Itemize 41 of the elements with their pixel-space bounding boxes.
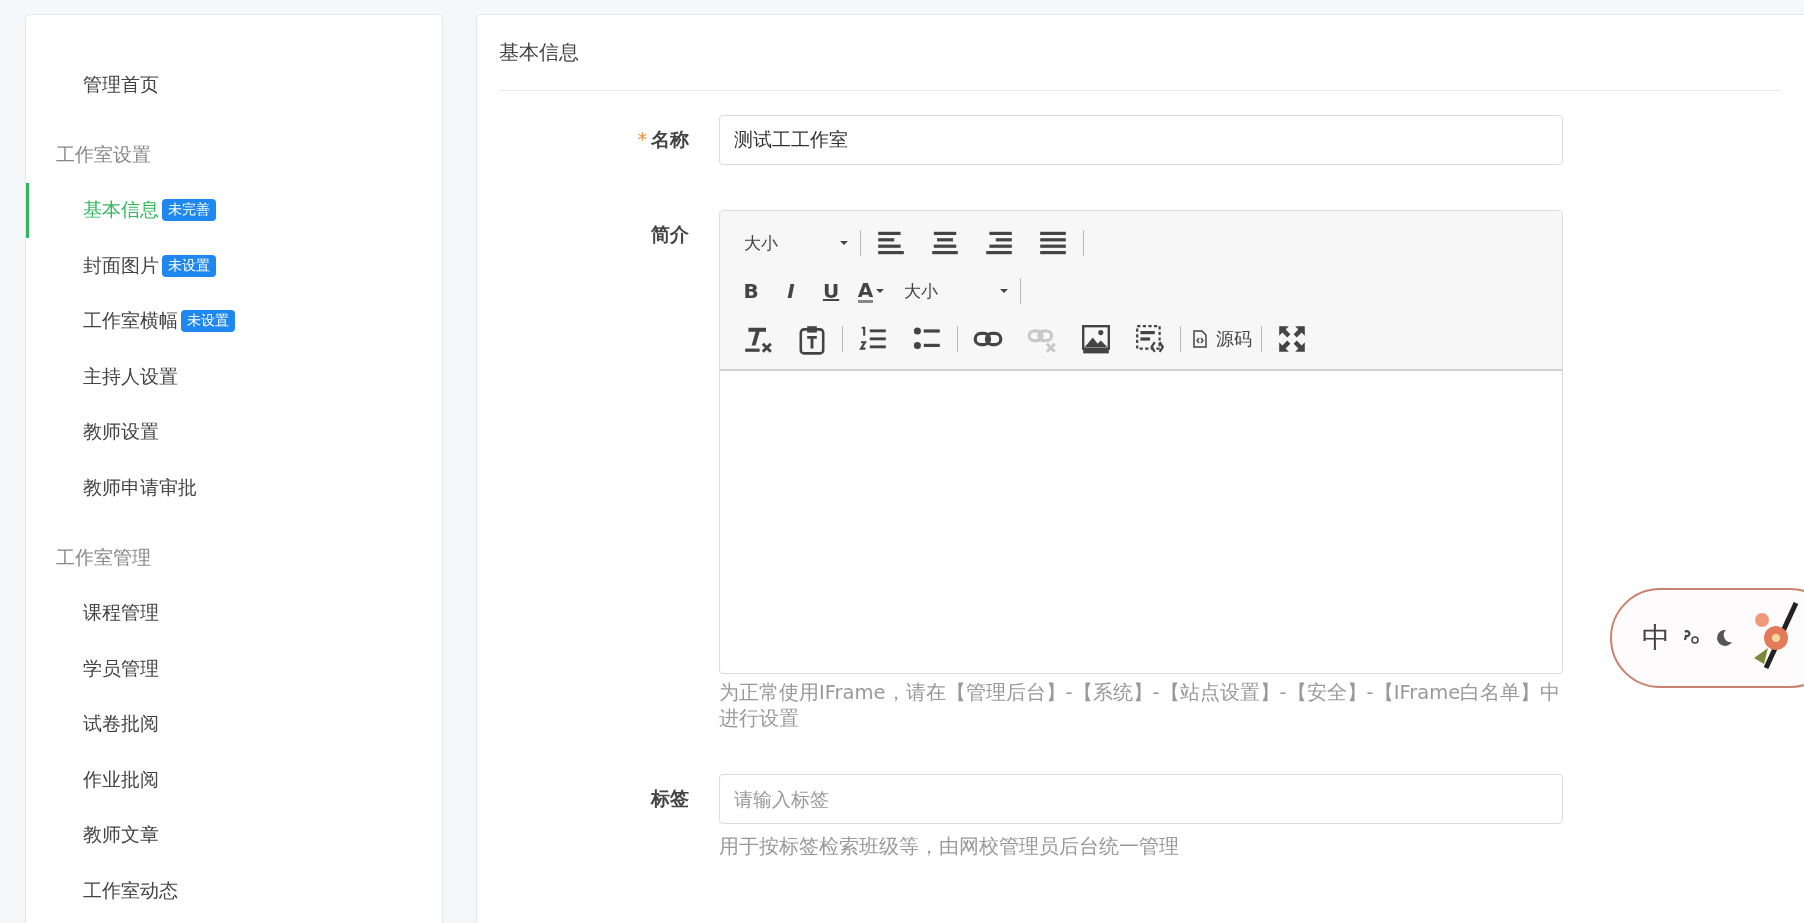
- font-size-dropdown[interactable]: 大小: [734, 227, 854, 259]
- sidebar-item[interactable]: 教师设置: [26, 404, 442, 460]
- sidebar-item[interactable]: 课程管理: [26, 585, 442, 641]
- bold-button[interactable]: B: [734, 275, 768, 307]
- sidebar-item[interactable]: 教师申请审批: [26, 460, 442, 516]
- caret-icon: [876, 287, 885, 295]
- sidebar-item[interactable]: 基本信息 未完善: [26, 182, 442, 238]
- field-label: * 名称: [636, 127, 689, 152]
- sidebar-item[interactable]: 教师文章: [26, 807, 442, 863]
- sidebar-group-title: 工作室设置: [55, 142, 152, 167]
- source-code-button[interactable]: 源码: [1187, 323, 1255, 355]
- sidebar-item[interactable]: 工作室动态: [26, 863, 442, 919]
- sidebar-item[interactable]: 作业批阅: [26, 752, 442, 808]
- sidebar-item[interactable]: 试卷批阅: [26, 696, 442, 752]
- caret-icon: [1000, 287, 1008, 295]
- font-size-dropdown[interactable]: 大小: [894, 275, 1014, 307]
- font-color-button[interactable]: A: [854, 275, 888, 307]
- help-text: 用于按标签检索班级等，由网校管理员后台统一管理: [719, 834, 1180, 860]
- sidebar-item[interactable]: 封面图片 未设置: [26, 238, 442, 294]
- sidebar-item[interactable]: 工作室横幅 未设置: [26, 293, 442, 349]
- status-badge: 未设置: [181, 310, 235, 333]
- sidebar-group-title: 工作室管理: [55, 545, 152, 570]
- underline-button[interactable]: U: [814, 275, 848, 307]
- caret-icon: [840, 239, 848, 247]
- sidebar-item[interactable]: 主持人设置: [26, 349, 442, 405]
- status-badge: 未设置: [162, 254, 216, 277]
- field-label: 简介: [650, 222, 689, 247]
- sidebar-item[interactable]: 学员管理: [26, 641, 442, 697]
- sidebar-item[interactable]: 管理首页: [26, 57, 442, 113]
- status-badge: 未完善: [162, 199, 216, 222]
- italic-button[interactable]: I: [774, 275, 808, 307]
- name-input-field[interactable]: 测试工工作室: [719, 115, 1563, 165]
- language-toggle[interactable]: 中: [1642, 619, 1670, 657]
- section-title: 基本信息: [499, 15, 1781, 91]
- moon-icon[interactable]: [1714, 628, 1734, 648]
- tag-input-field[interactable]: 请输入标签: [719, 774, 1563, 824]
- code-file-icon: [1190, 329, 1210, 349]
- help-text: 为正常使用IFrame，请在【管理后台】-【系统】-【站点设置】-【安全】-【IFrame白名单】中进行设置: [719, 680, 1562, 732]
- punctuation-icon[interactable]: [1682, 630, 1702, 646]
- rich-text-editor[interactable]: 大小 B I U A 大小 源码: [719, 210, 1563, 674]
- field-label: 标签: [649, 786, 689, 811]
